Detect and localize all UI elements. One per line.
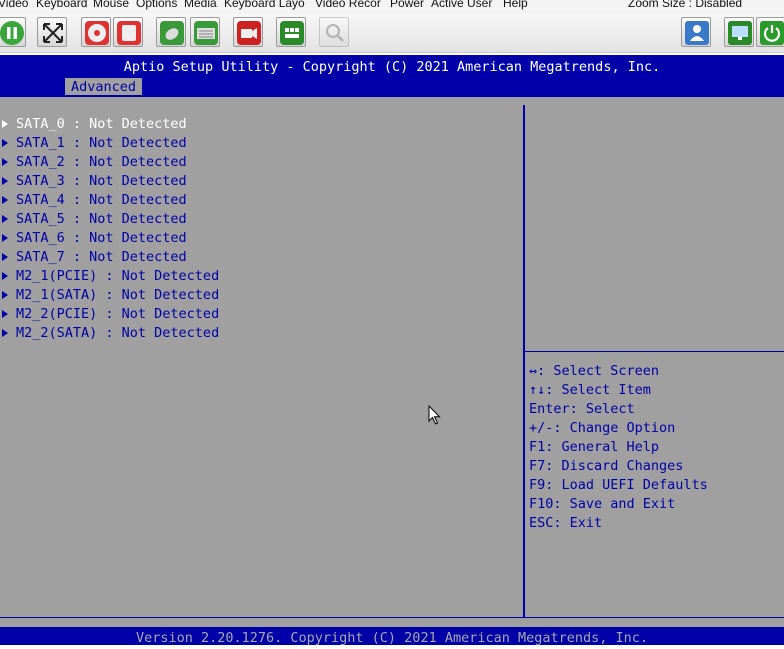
bios-footer: Version 2.20.1276. Copyright (C) 2021 Am… <box>0 627 784 646</box>
monitor-icon <box>728 21 752 45</box>
mouse-cursor-icon <box>428 405 441 425</box>
menu-keyboard[interactable]: Keyboard <box>36 0 87 9</box>
mouse-icon <box>160 21 184 45</box>
help-divider <box>525 351 784 352</box>
submenu-arrow-icon <box>2 215 8 223</box>
hotkeys-icon <box>280 21 304 45</box>
menu-video-record[interactable]: Video Recor <box>315 0 381 9</box>
menu-media[interactable]: Media <box>184 0 217 9</box>
magnifier-icon <box>326 24 344 42</box>
help-enter: Enter: Select <box>529 401 635 417</box>
menu-mouse[interactable]: Mouse <box>93 0 129 9</box>
help-change-option: +/-: Change Option <box>529 420 676 436</box>
submenu-arrow-icon <box>2 310 8 318</box>
help-select-item: ↑↓: Select Item <box>529 382 651 398</box>
cd-icon <box>85 21 109 45</box>
submenu-arrow-icon <box>2 291 8 299</box>
power-icon <box>760 21 784 45</box>
keyboard-icon <box>194 21 218 45</box>
submenu-arrow-icon <box>2 177 8 185</box>
zoom-button[interactable] <box>319 17 349 47</box>
menu-power[interactable]: Power <box>390 0 424 9</box>
submenu-arrow-icon <box>2 196 8 204</box>
help-exit: ESC: Exit <box>529 515 603 531</box>
hotkeys-button[interactable] <box>276 17 306 47</box>
users-icon <box>685 21 709 45</box>
virtual-keyboard-button[interactable] <box>190 17 220 47</box>
submenu-arrow-icon <box>2 120 8 128</box>
help-select-screen: ↔: Select Screen <box>529 363 660 379</box>
pause-icon <box>0 21 24 45</box>
floppy-media-button[interactable] <box>113 17 143 47</box>
video-record-button[interactable] <box>233 17 263 47</box>
menu-options[interactable]: Options <box>136 0 177 9</box>
menu-video[interactable]: Video <box>0 0 28 9</box>
mouse-sync-button[interactable] <box>156 17 186 47</box>
floppy-icon <box>117 21 141 45</box>
display-button[interactable] <box>724 17 754 47</box>
help-load-defaults: F9: Load UEFI Defaults <box>529 477 708 493</box>
bios-screen: Aptio Setup Utility - Copyright (C) 2021… <box>0 55 784 646</box>
bios-title: Aptio Setup Utility - Copyright (C) 2021… <box>0 55 784 78</box>
submenu-arrow-icon <box>2 158 8 166</box>
submenu-arrow-icon <box>2 329 8 337</box>
menu-active-user[interactable]: Active User <box>431 0 492 9</box>
help-general-help: F1: General Help <box>529 439 660 455</box>
help-discard-changes: F7: Discard Changes <box>529 458 684 474</box>
power-button[interactable] <box>756 17 784 47</box>
fullscreen-icon <box>43 23 63 43</box>
video-camera-icon <box>237 21 261 45</box>
menu-help[interactable]: Help <box>503 0 528 9</box>
bottom-divider <box>0 617 784 618</box>
help-save-exit: F10: Save and Exit <box>529 496 676 512</box>
tab-bar: Advanced <box>0 78 784 95</box>
tab-divider <box>0 95 784 107</box>
submenu-arrow-icon <box>2 234 8 242</box>
cd-media-button[interactable] <box>81 17 111 47</box>
panel-divider-vertical <box>523 105 525 618</box>
submenu-arrow-icon <box>2 272 8 280</box>
fullscreen-button[interactable] <box>37 17 67 47</box>
menu-keyboard-layout[interactable]: Keyboard Layo <box>224 0 305 9</box>
active-users-button[interactable] <box>681 17 711 47</box>
submenu-arrow-icon <box>2 253 8 261</box>
menu-bar: Video Keyboard Mouse Options Media Keybo… <box>0 0 784 14</box>
toolbar <box>0 14 784 53</box>
zoom-size-status: Zoom Size : Disabled <box>628 0 743 10</box>
pause-button[interactable] <box>0 17 26 47</box>
tab-advanced[interactable]: Advanced <box>65 78 142 95</box>
submenu-arrow-icon <box>2 139 8 147</box>
